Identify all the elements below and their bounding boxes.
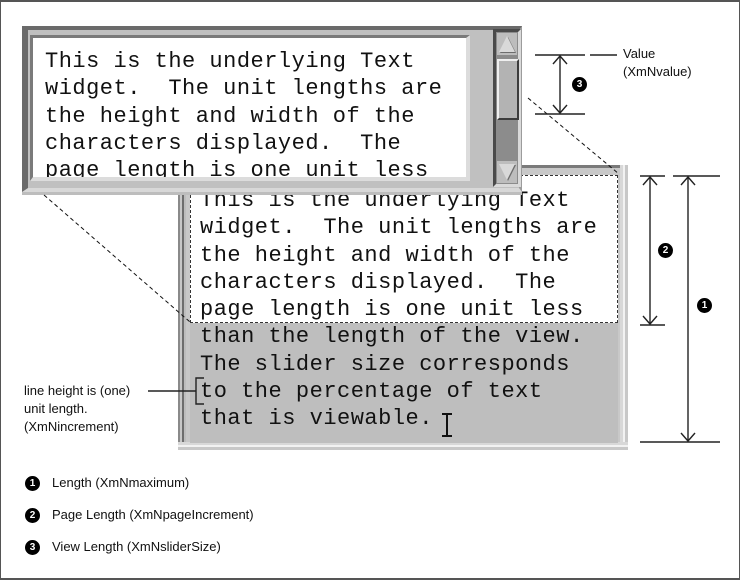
text-line: than the length of the view.	[200, 324, 584, 350]
value-label: Value (XmNvalue)	[623, 46, 692, 79]
text-line: page length is one unit less	[200, 297, 584, 323]
scroll-up-arrow-icon[interactable]	[497, 33, 517, 55]
text-line: This is the underlying Text	[45, 49, 415, 74]
text-line: characters displayed. The	[200, 269, 557, 295]
legend-marker: 3	[25, 540, 40, 555]
scrolled-window-view: This is the underlying Text widget. The …	[22, 26, 522, 192]
legend-text: View Length (XmNsliderSize)	[52, 539, 221, 554]
text-line: widget. The unit lengths are	[45, 76, 443, 102]
legend-text: Length (XmNmaximum)	[52, 475, 190, 490]
text-area[interactable]: This is the underlying Text widget. The …	[190, 175, 618, 443]
text-line: page length is one unit less	[45, 158, 429, 181]
vertical-scrollbar[interactable]	[493, 29, 521, 187]
underlying-text-lines: This is the underlying Text widget. The …	[200, 187, 597, 433]
scrolled-text-view[interactable]: This is the underlying Text widget. The …	[30, 35, 470, 181]
text-line: widget. The unit lengths are	[200, 215, 598, 241]
legend-marker: 2	[25, 508, 40, 523]
scroll-down-arrow-icon[interactable]	[497, 161, 517, 183]
marker-1-badge: 1	[697, 298, 712, 313]
text-line: to the percentage of text	[200, 379, 543, 405]
marker-3-badge: 3	[572, 77, 587, 92]
line-height-label: line height is (one) unit length. (XmNin…	[24, 383, 131, 434]
text-line: characters displayed. The	[45, 130, 402, 156]
widget-left-bevel	[178, 165, 186, 450]
i-beam-cursor-icon	[442, 413, 452, 437]
underlying-text-widget: This is the underlying Text widget. The …	[178, 165, 628, 450]
text-line: The slider size corresponds	[200, 351, 570, 377]
text-line: the height and width of the	[45, 103, 415, 129]
legend-marker: 1	[25, 476, 40, 491]
visible-text-lines: This is the underlying Text widget. The …	[45, 48, 443, 181]
text-line: that is viewable.	[200, 406, 433, 432]
text-line: the height and width of the	[200, 242, 570, 268]
legend-text: Page Length (XmNpageIncrement)	[52, 507, 254, 522]
marker-2-badge: 2	[658, 243, 673, 258]
scrollbar-slider[interactable]	[497, 59, 519, 120]
widget-right-bevel	[620, 165, 628, 450]
widget-bottom-bevel	[178, 442, 628, 450]
